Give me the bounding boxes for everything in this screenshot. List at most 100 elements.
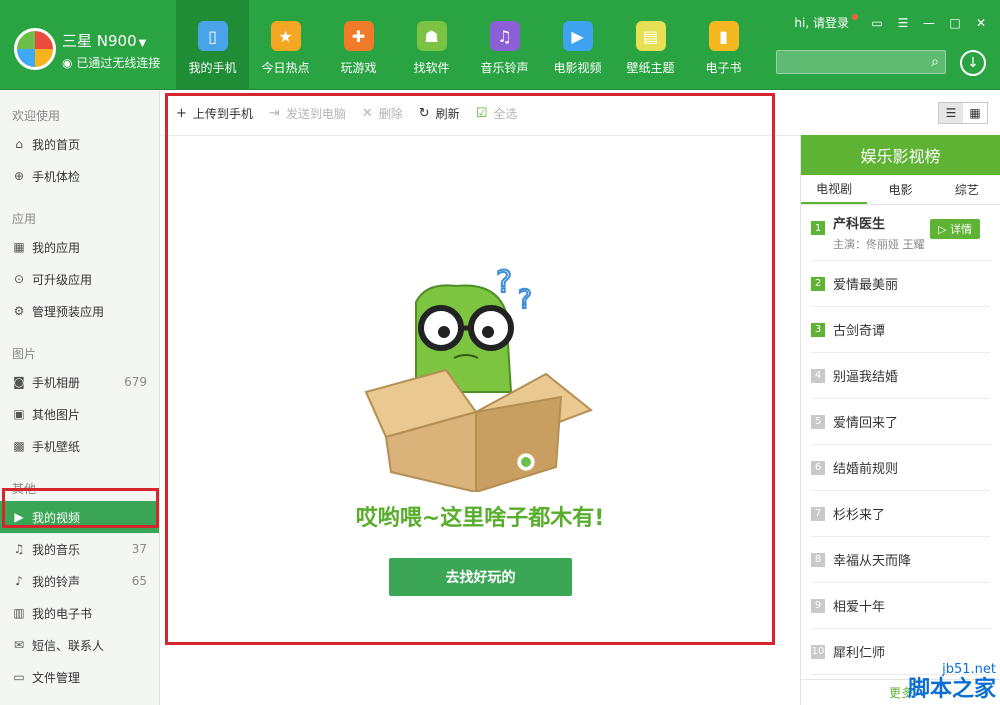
list-item[interactable]: 1 产科医生 主演：佟丽娅 王耀 ▷ 详情 [811, 205, 990, 261]
grid-view-icon[interactable]: ▦ [963, 103, 987, 123]
sidebar-item[interactable]: ♪ 我的铃声 65 [0, 565, 159, 597]
item-title: 古剑奇谭 [833, 324, 886, 339]
watermark-text: 脚本之家 [907, 677, 996, 702]
list-item[interactable]: 7 杉杉来了 [811, 491, 990, 537]
list-item[interactable]: 8 幸福从天而降 [811, 537, 990, 583]
sidebar-item-label: 我的视频 [32, 510, 81, 525]
sidebar-item-label: 我的铃声 [32, 574, 81, 589]
mail-icon: ✉ [13, 638, 25, 652]
list-view-icon[interactable]: ☰ [939, 103, 963, 123]
minimize-icon[interactable]: — [922, 16, 936, 30]
sidebar-item[interactable]: ▭ 文件管理 [0, 661, 159, 693]
sidebar-item[interactable]: ♫ 我的音乐 37 [0, 533, 159, 565]
sidebar-item[interactable]: ⚙ 管理预装应用 [0, 295, 159, 327]
sidebar-item[interactable]: ◙ 手机相册 679 [0, 366, 159, 398]
item-title: 结婚前规则 [833, 462, 899, 477]
sidebar-item-label: 手机壁纸 [32, 439, 81, 454]
sidebar-item-label: 我的电子书 [32, 606, 93, 621]
refresh-button[interactable]: ↻ 刷新 [419, 105, 460, 122]
nav-label: 今日热点 [261, 61, 310, 75]
sidebar-item[interactable]: ✉ 短信、联系人 [0, 629, 159, 661]
music-icon: ♫ [489, 21, 520, 51]
send-to-pc-button[interactable]: ⇥ 发送到电脑 [269, 105, 346, 122]
menu-icon[interactable]: ☰ [896, 16, 910, 30]
search-input[interactable] [777, 51, 917, 73]
item-title: 幸福从天而降 [833, 554, 912, 569]
sidebar-item-label: 手机相册 [32, 375, 81, 390]
maximize-icon[interactable]: □ [948, 16, 962, 30]
svg-text:?: ? [496, 265, 512, 300]
sidebar-item-label: 可升级应用 [32, 272, 93, 287]
detail-button[interactable]: ▷ 详情 [930, 219, 980, 239]
nav-item-1[interactable]: ★ 今日热点 [249, 0, 322, 90]
sidebar-item-label: 我的音乐 [32, 542, 81, 557]
nav-item-6[interactable]: ▤ 壁纸主题 [614, 0, 687, 90]
nav-item-0[interactable]: ▯ 我的手机 [176, 0, 249, 90]
delete-button[interactable]: ✕ 删除 [362, 105, 403, 122]
entertainment-chart-panel: 娱乐影视榜 电视剧 电影 综艺 1 产科医生 主演：佟丽娅 王耀 ▷ 详情 2 爱情最… [800, 135, 1000, 705]
play-circle-icon: ▷ [938, 222, 947, 236]
sidebar-item[interactable]: ▣ 其他图片 [0, 398, 159, 430]
nav-item-5[interactable]: ▶ 电影视频 [541, 0, 614, 90]
panel-tabs: 电视剧 电影 综艺 [801, 175, 1000, 205]
close-icon[interactable]: ✕ [974, 16, 988, 30]
item-title: 犀利仁师 [833, 646, 886, 661]
sidebar-item[interactable]: ⌂ 我的首页 [0, 128, 159, 160]
item-title: 爱情回来了 [833, 416, 899, 431]
sidebar-item-label: 文件管理 [32, 670, 81, 685]
list-item[interactable]: 4 别逼我结婚 [811, 353, 990, 399]
apps-icon: ▦ [13, 240, 25, 254]
top-bar: 三星 N900 ▼ ◉ 已通过无线连接 ▯ 我的手机 ★ 今日热点 ✚ 玩游戏 ☗ 找软件 ♫ 音乐… [0, 0, 1000, 90]
sidebar-item[interactable]: ▦ 我的应用 [0, 231, 159, 263]
detail-label: 详情 [949, 223, 972, 236]
device-info[interactable]: 三星 N900 ▼ ◉ 已通过无线连接 [62, 30, 160, 71]
rank-badge: 5 [811, 414, 825, 429]
sidebar-item[interactable]: ▩ 手机壁纸 [0, 430, 159, 462]
item-count: 679 [124, 375, 147, 389]
list-item[interactable]: 6 结婚前规则 [811, 445, 990, 491]
sidebar-item[interactable]: ▥ 我的电子书 [0, 597, 159, 629]
upload-label: 上传到手机 [192, 106, 253, 121]
item-title: 杉杉来了 [833, 508, 886, 523]
rank-badge: 8 [811, 552, 825, 567]
camera-icon: ◙ [13, 375, 25, 389]
list-item[interactable]: 3 古剑奇谭 [811, 307, 990, 353]
checkbox-icon: ☑ [475, 105, 488, 121]
rank-badge: 1 [811, 221, 825, 235]
upload-button[interactable]: + 上传到手机 [176, 105, 253, 122]
find-fun-button[interactable]: 去找好玩的 [389, 558, 572, 596]
nav-item-7[interactable]: ▮ 电子书 [687, 0, 760, 90]
search-icon[interactable]: ⌕ [931, 54, 939, 70]
login-link[interactable]: hi, 请登录 [794, 16, 849, 30]
item-title: 相爱十年 [833, 600, 886, 615]
message-icon[interactable]: ▭ [870, 16, 884, 30]
nav-item-4[interactable]: ♫ 音乐铃声 [468, 0, 541, 90]
tab-1[interactable]: 电影 [867, 175, 933, 204]
svg-text:?: ? [518, 285, 532, 315]
video-icon: ▶ [14, 510, 24, 524]
empty-state-message: 哎哟喂~这里啥子都木有! [355, 506, 605, 531]
nav-label: 电子书 [705, 61, 742, 75]
nav-item-2[interactable]: ✚ 玩游戏 [322, 0, 395, 90]
tab-0[interactable]: 电视剧 [801, 175, 868, 204]
sidebar-item[interactable]: ⊕ 手机体检 [0, 160, 159, 192]
nav-label: 电影视频 [553, 61, 602, 75]
download-icon[interactable]: ↓ [960, 50, 986, 76]
list-item[interactable]: 5 爱情回来了 [811, 399, 990, 445]
sidebar-item[interactable]: ⊙ 可升级应用 [0, 263, 159, 295]
sidebar-item[interactable]: ▶ 我的视频 [0, 501, 159, 533]
chevron-down-icon[interactable]: ▼ [139, 38, 147, 49]
tab-2[interactable]: 综艺 [934, 175, 1000, 204]
sidebar-section-title: 欢迎使用 [12, 109, 61, 123]
nav-label: 壁纸主题 [626, 61, 675, 75]
image-icon: ▣ [13, 407, 25, 421]
select-all-button[interactable]: ☑ 全选 [476, 105, 518, 122]
nav-label: 我的手机 [188, 61, 237, 75]
sidebar-item-label: 我的应用 [32, 240, 81, 255]
list-item[interactable]: 9 相爱十年 [811, 583, 990, 629]
nav-item-3[interactable]: ☗ 找软件 [395, 0, 468, 90]
device-name[interactable]: 三星 N900 [62, 32, 137, 50]
list-item[interactable]: 2 爱情最美丽 [811, 261, 990, 307]
rank-badge: 4 [811, 368, 825, 383]
item-title: 别逼我结婚 [833, 370, 899, 385]
